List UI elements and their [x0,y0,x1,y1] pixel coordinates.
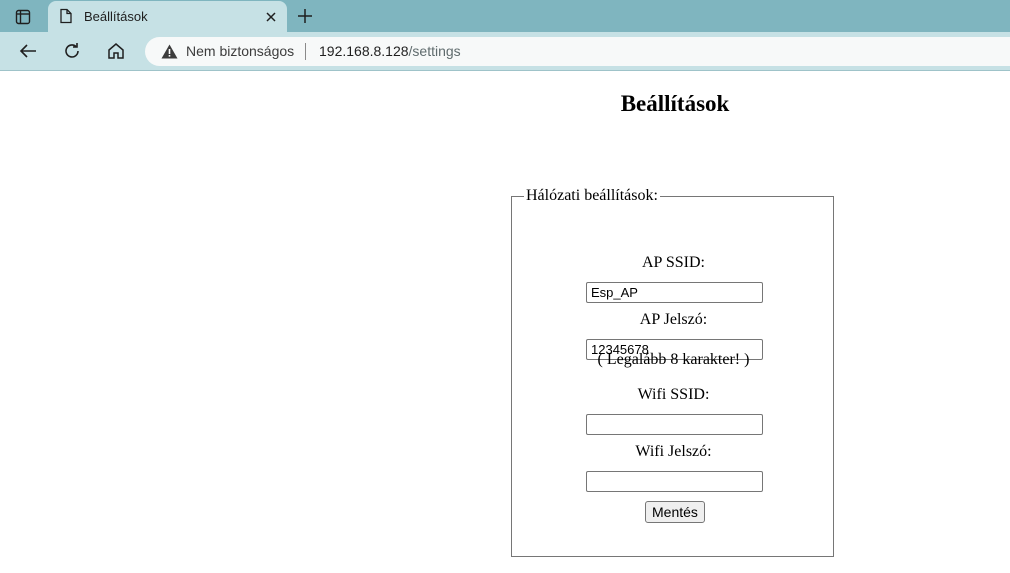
tab-strip: Beállítások [0,0,1010,32]
reload-icon[interactable] [58,38,86,64]
ap-password-hint: ( Legalább 8 karakter! ) [597,351,750,368]
divider [305,43,306,60]
save-button[interactable]: Mentés [645,501,705,523]
url-text[interactable]: 192.168.8.128/settings [319,43,461,59]
security-status[interactable]: Nem biztonságos [186,43,294,59]
ap-ssid-input[interactable] [586,282,763,303]
warning-icon[interactable] [161,44,178,64]
address-bar[interactable]: Nem biztonságos 192.168.8.128/settings [145,37,1010,66]
home-icon[interactable] [102,38,130,64]
ap-ssid-label: AP SSID: [642,254,705,271]
wifi-ssid-label: Wifi SSID: [637,386,710,403]
url-host: 192.168.8.128 [319,43,409,59]
new-tab-icon[interactable] [293,5,317,27]
url-path: /settings [408,43,461,59]
tab-active[interactable]: Beállítások [48,1,287,32]
wifi-password-label: Wifi Jelszó: [635,443,712,460]
page-title: Beállítások [620,91,730,116]
document-icon [59,8,73,29]
browser-toolbar: Nem biztonságos 192.168.8.128/settings [0,32,1010,71]
wifi-ssid-input[interactable] [586,414,763,435]
tab-title: Beállítások [84,9,148,24]
ap-password-label: AP Jelszó: [639,311,708,328]
network-settings-fieldset: Hálózati beállítások: AP SSID: AP Jelszó… [511,187,834,557]
back-arrow-icon[interactable] [14,38,42,64]
page-content: Beállítások Hálózati beállítások: AP SSI… [0,71,1010,573]
wifi-password-input[interactable] [586,471,763,492]
fieldset-legend: Hálózati beállítások: [526,187,658,204]
close-icon[interactable] [261,7,281,27]
sidebar-toggle-icon[interactable] [10,6,36,28]
